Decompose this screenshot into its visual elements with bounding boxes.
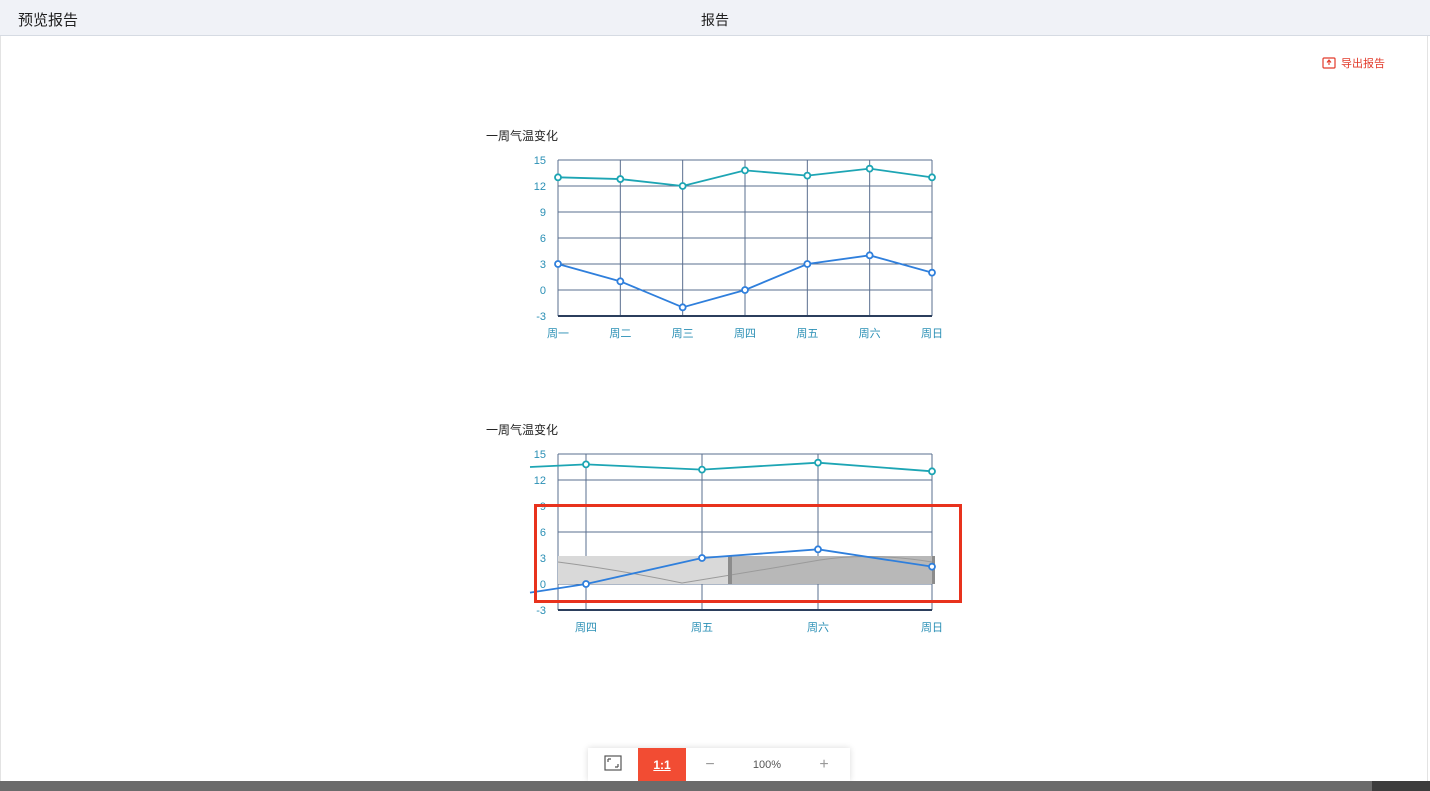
y-tick-label: 15 [534,155,546,167]
x-tick-label: 周一 [547,327,569,340]
actual-size-button[interactable]: 1:1 [638,748,686,781]
x-tick-label: 周日 [921,621,943,634]
y-tick-label: 3 [540,259,546,271]
x-tick-label: 周五 [796,327,818,340]
y-tick-label: -3 [536,605,546,617]
data-point [741,166,749,175]
data-point [582,460,590,469]
x-tick-label: 周四 [575,621,597,634]
y-tick-label: 12 [534,181,546,193]
data-point [803,171,812,180]
series-line-1 [529,461,933,473]
x-tick-label: 周日 [921,327,943,340]
y-tick-label: 0 [540,579,546,591]
x-tick-label: 周四 [734,327,756,340]
data-point [865,164,874,173]
data-point [741,286,749,294]
x-tick-label: 周二 [609,327,631,340]
data-point [814,545,822,554]
report-title: 报告 [701,12,729,28]
data-point [678,303,687,312]
x-tick-label: 周三 [672,327,694,340]
y-tick-label: 3 [540,553,546,565]
data-point [928,268,936,277]
fit-screen-button[interactable] [588,748,638,781]
report-canvas [0,36,1428,781]
chart-2-title: 一周气温变化 [486,423,559,437]
data-point [616,175,625,183]
y-tick-label: 15 [534,449,546,461]
x-tick-label: 周六 [807,621,829,634]
zoom-out-button[interactable]: − [686,748,734,781]
data-point [698,554,706,562]
data-point [865,251,874,260]
data-point [928,562,936,571]
data-point [554,173,562,182]
data-point [616,277,625,286]
y-tick-label: 6 [540,527,546,539]
data-point [698,465,706,474]
y-tick-label: 12 [534,475,546,487]
y-tick-label: 6 [540,233,546,245]
y-tick-label: 0 [540,285,546,297]
zoom-in-button[interactable]: + [800,748,848,781]
data-point [554,260,562,268]
data-point [803,260,812,268]
scrollbar-end [1372,781,1430,791]
data-point [814,458,822,467]
zoom-level: 100% [752,758,782,771]
x-tick-label: 周五 [691,621,713,634]
data-point [678,182,687,190]
title-bar: 预览报告 报告 [0,0,1430,36]
y-tick-label: -3 [536,311,546,323]
line-chart-1: 15 12 9 6 3 0 -3周一 周二 周三 周四 周五 周六 周日 [534,155,943,340]
export-report-label: 导出报告 [1341,58,1385,70]
data-zoom-handle-left [728,556,732,584]
data-point [928,173,936,182]
fit-screen-icon [604,755,622,774]
export-report-button[interactable]: 导出报告 [1322,55,1385,71]
data-point [582,580,590,588]
x-tick-label: 周六 [859,327,881,340]
line-chart-2: 15 12 9 6 3 0 -3 周四 周五 周六 周日 [529,449,943,634]
zoom-toolbar: 1:1 − 100% + [588,748,850,781]
chart-1-title: 一周气温变化 [486,129,559,143]
data-point [928,467,936,476]
bottom-scrollbar[interactable] [0,781,1430,791]
y-tick-label: 9 [540,501,546,513]
export-document-icon [1322,56,1336,70]
y-tick-label: 9 [540,207,546,219]
